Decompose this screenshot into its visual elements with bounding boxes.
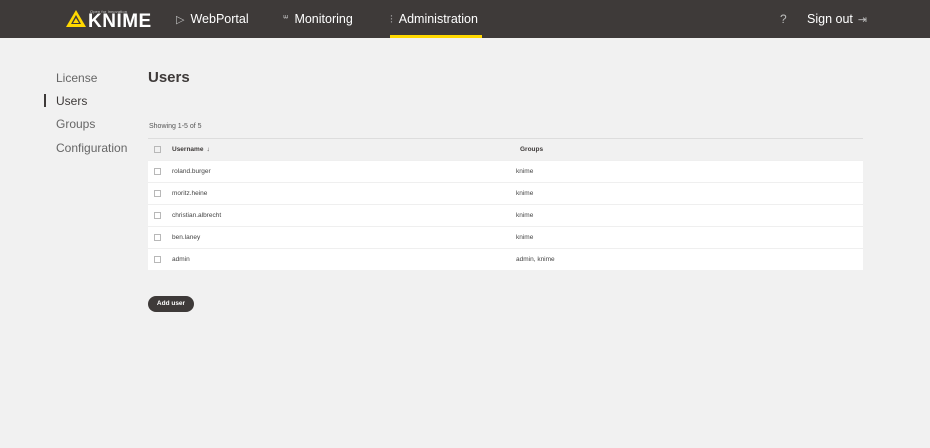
username-cell: ben.laney xyxy=(172,234,201,241)
monitoring-icon: ᐜ xyxy=(283,14,289,26)
sort-arrow-icon[interactable]: ↓ xyxy=(206,146,209,153)
sliders-icon: ⫶ xyxy=(390,14,393,26)
sidebar-item-users[interactable]: Users xyxy=(56,94,87,108)
nav-monitoring[interactable]: ᐜ Monitoring xyxy=(283,0,353,38)
nav-administration[interactable]: ⫶ Administration xyxy=(390,0,482,38)
table-row[interactable]: moritz.heine knime xyxy=(148,182,863,204)
table-row[interactable]: roland.burger knime xyxy=(148,160,863,182)
add-user-button[interactable]: Add user xyxy=(148,296,194,312)
nav-webportal-label: WebPortal xyxy=(190,12,249,26)
knime-logo[interactable]: Open for Innovation KNIME xyxy=(66,8,151,32)
groups-cell: admin, knime xyxy=(516,256,555,263)
select-all-checkbox[interactable] xyxy=(154,146,161,153)
play-triangle-icon: ▷ xyxy=(176,14,185,26)
knime-triangle-icon xyxy=(66,10,86,27)
username-cell: christian.albrecht xyxy=(172,212,222,219)
groups-cell: knime xyxy=(516,212,534,219)
groups-cell: knime xyxy=(516,234,534,241)
sign-out-button[interactable]: Sign out ⇥ xyxy=(807,0,867,39)
table-row[interactable]: ben.laney knime xyxy=(148,226,863,248)
row-checkbox[interactable] xyxy=(154,168,161,175)
users-table: Username ↓ Groups roland.burger knime mor… xyxy=(148,138,863,270)
sidebar-item-groups[interactable]: Groups xyxy=(56,117,95,131)
help-icon[interactable]: ? xyxy=(780,0,787,38)
sidebar-active-marker xyxy=(44,94,46,107)
table-row[interactable]: admin admin, knime xyxy=(148,248,863,270)
sidebar-item-configuration[interactable]: Configuration xyxy=(56,141,127,155)
username-cell: admin xyxy=(172,256,190,263)
nav-monitoring-label: Monitoring xyxy=(294,12,353,26)
table-header: Username ↓ Groups xyxy=(148,138,863,160)
groups-cell: knime xyxy=(516,168,534,175)
results-count: Showing 1-5 of 5 xyxy=(149,123,202,130)
table-row[interactable]: christian.albrecht knime xyxy=(148,204,863,226)
username-cell: roland.burger xyxy=(172,168,211,175)
row-checkbox[interactable] xyxy=(154,234,161,241)
nav-administration-label: Administration xyxy=(398,12,478,26)
sidebar-item-license[interactable]: License xyxy=(56,71,97,85)
row-checkbox[interactable] xyxy=(154,256,161,263)
username-column-header[interactable]: Username ↓ xyxy=(172,139,210,161)
nav-webportal[interactable]: ▷ WebPortal xyxy=(176,0,249,38)
username-header-label: Username xyxy=(172,146,204,153)
page-title: Users xyxy=(148,69,190,86)
row-checkbox[interactable] xyxy=(154,212,161,219)
row-checkbox[interactable] xyxy=(154,190,161,197)
active-tab-indicator xyxy=(390,35,482,38)
sign-out-icon: ⇥ xyxy=(857,14,868,26)
groups-cell: knime xyxy=(516,190,534,197)
groups-column-header: Groups xyxy=(520,146,544,153)
brand-name: KNIME xyxy=(88,11,152,32)
top-bar: Open for Innovation KNIME ▷ WebPortal ᐜ Mo… xyxy=(0,0,930,38)
sign-out-label: Sign out xyxy=(807,12,853,26)
username-cell: moritz.heine xyxy=(172,190,208,197)
